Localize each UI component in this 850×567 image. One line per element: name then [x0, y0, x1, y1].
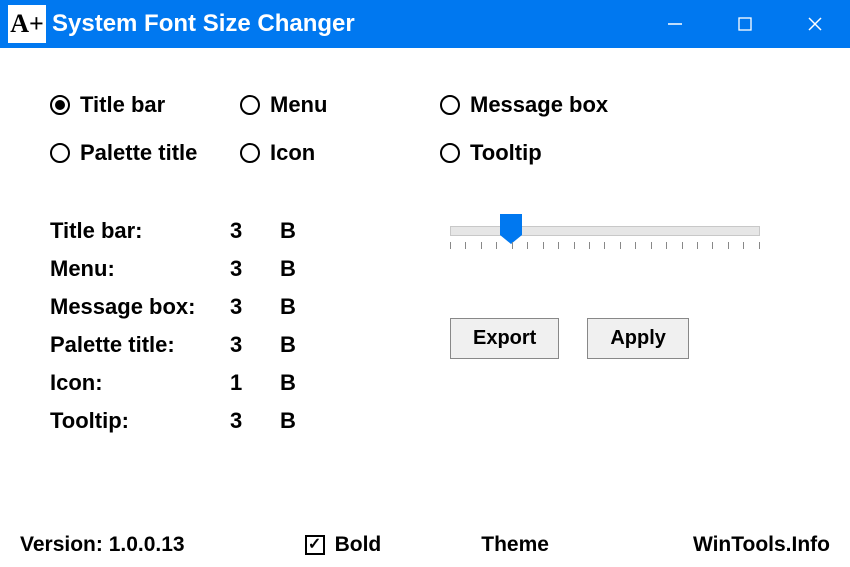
radio-label: Palette title [80, 140, 197, 166]
radio-menu[interactable]: Menu [240, 92, 440, 118]
radio-palette-title[interactable]: Palette title [50, 140, 240, 166]
radio-title-bar[interactable]: Title bar [50, 92, 240, 118]
setting-label: Tooltip: [50, 402, 230, 440]
setting-label: Title bar: [50, 212, 230, 250]
minimize-button[interactable] [640, 0, 710, 48]
setting-bold: B [280, 250, 320, 288]
setting-row: Message box: 3 B [50, 288, 390, 326]
bold-checkbox[interactable]: ✓ Bold [305, 533, 382, 557]
settings-list: Title bar: 3 B Menu: 3 B Message box: 3 … [50, 212, 390, 440]
action-buttons: Export Apply [450, 318, 800, 359]
radio-group: Title bar Menu Message box Palette title… [50, 92, 800, 166]
setting-row: Palette title: 3 B [50, 326, 390, 364]
window-controls [640, 0, 850, 48]
minimize-icon [666, 15, 684, 33]
site-link[interactable]: WinTools.Info [693, 533, 830, 557]
radio-icon [440, 95, 460, 115]
export-button[interactable]: Export [450, 318, 559, 359]
maximize-icon [737, 16, 753, 32]
radio-label: Message box [470, 92, 608, 118]
slider-ticks [450, 242, 760, 252]
setting-bold: B [280, 364, 320, 402]
slider-thumb[interactable] [500, 214, 522, 244]
maximize-button[interactable] [710, 0, 780, 48]
radio-message-box[interactable]: Message box [440, 92, 700, 118]
content-area: Title bar Menu Message box Palette title… [0, 48, 850, 440]
setting-label: Icon: [50, 364, 230, 402]
titlebar: A+ System Font Size Changer [0, 0, 850, 48]
setting-bold: B [280, 288, 320, 326]
setting-value: 3 [230, 250, 280, 288]
main-row: Title bar: 3 B Menu: 3 B Message box: 3 … [50, 212, 800, 440]
radio-tooltip[interactable]: Tooltip [440, 140, 700, 166]
setting-bold: B [280, 402, 320, 440]
setting-row: Menu: 3 B [50, 250, 390, 288]
close-icon [806, 15, 824, 33]
theme-link[interactable]: Theme [481, 533, 549, 557]
setting-value: 3 [230, 326, 280, 364]
size-slider[interactable] [450, 216, 760, 260]
checkbox-icon: ✓ [305, 535, 325, 555]
setting-label: Menu: [50, 250, 230, 288]
slider-track [450, 226, 760, 236]
app-icon: A+ [8, 5, 46, 43]
bold-label: Bold [335, 533, 382, 557]
footer: Version: 1.0.0.13 ✓ Bold Theme WinTools.… [0, 533, 850, 557]
setting-value: 3 [230, 288, 280, 326]
setting-bold: B [280, 326, 320, 364]
radio-icon [440, 143, 460, 163]
radio-label: Menu [270, 92, 327, 118]
setting-row: Tooltip: 3 B [50, 402, 390, 440]
setting-value: 3 [230, 402, 280, 440]
radio-icon [240, 95, 260, 115]
setting-row: Title bar: 3 B [50, 212, 390, 250]
setting-label: Palette title: [50, 326, 230, 364]
radio-icon [50, 95, 70, 115]
right-column: Export Apply [390, 212, 800, 440]
apply-button[interactable]: Apply [587, 318, 689, 359]
radio-icon-item[interactable]: Icon [240, 140, 440, 166]
close-button[interactable] [780, 0, 850, 48]
setting-label: Message box: [50, 288, 230, 326]
version-label: Version: 1.0.0.13 [20, 533, 185, 557]
setting-value: 3 [230, 212, 280, 250]
radio-icon [240, 143, 260, 163]
setting-value: 1 [230, 364, 280, 402]
setting-bold: B [280, 212, 320, 250]
radio-icon [50, 143, 70, 163]
radio-label: Icon [270, 140, 315, 166]
setting-row: Icon: 1 B [50, 364, 390, 402]
window-title: System Font Size Changer [52, 10, 640, 38]
radio-label: Tooltip [470, 140, 542, 166]
radio-label: Title bar [80, 92, 165, 118]
